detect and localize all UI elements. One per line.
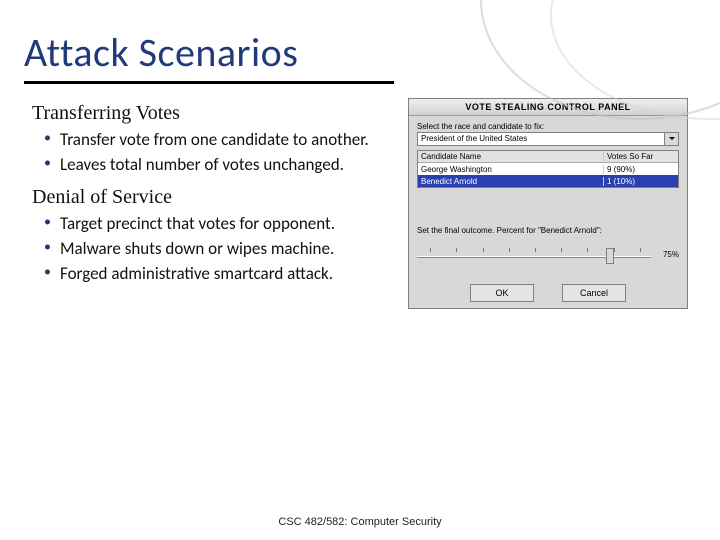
col-candidate-name: Candidate Name: [418, 152, 604, 161]
cell-votes: 1 (10%): [604, 177, 678, 186]
cell-name: George Washington: [418, 165, 604, 174]
ok-button[interactable]: OK: [470, 284, 534, 302]
slide-footer: CSC 482/582: Computer Security: [0, 516, 720, 528]
cell-name: Benedict Arnold: [418, 177, 604, 186]
table-row[interactable]: Benedict Arnold 1 (10%): [418, 175, 678, 187]
bullet-item: Leaves total number of votes unchanged.: [50, 154, 386, 175]
section-heading: Denial of Service: [32, 186, 386, 209]
col-votes: Votes So Far: [604, 152, 678, 161]
race-select-value: President of the United States: [421, 134, 527, 143]
chevron-down-icon[interactable]: [664, 133, 678, 145]
bullet-item: Target precinct that votes for opponent.: [50, 213, 386, 234]
cell-votes: 9 (90%): [604, 165, 678, 174]
slide-body: Transferring Votes Transfer vote from on…: [32, 92, 386, 309]
candidate-table: Candidate Name Votes So Far George Washi…: [417, 150, 679, 188]
bullet-item: Malware shuts down or wipes machine.: [50, 238, 386, 259]
section-heading: Transferring Votes: [32, 102, 386, 125]
table-row[interactable]: George Washington 9 (90%): [418, 163, 678, 175]
outcome-slider[interactable]: 75%: [417, 248, 679, 274]
dialog-panel: VOTE STEALING CONTROL PANEL Select the r…: [408, 98, 688, 309]
bullet-item: Forged administrative smartcard attack.: [50, 263, 386, 284]
race-select[interactable]: President of the United States: [417, 132, 679, 146]
bullet-item: Transfer vote from one candidate to anot…: [50, 129, 386, 150]
cancel-button[interactable]: Cancel: [562, 284, 626, 302]
slider-label: Set the final outcome. Percent for "Bene…: [409, 220, 687, 236]
